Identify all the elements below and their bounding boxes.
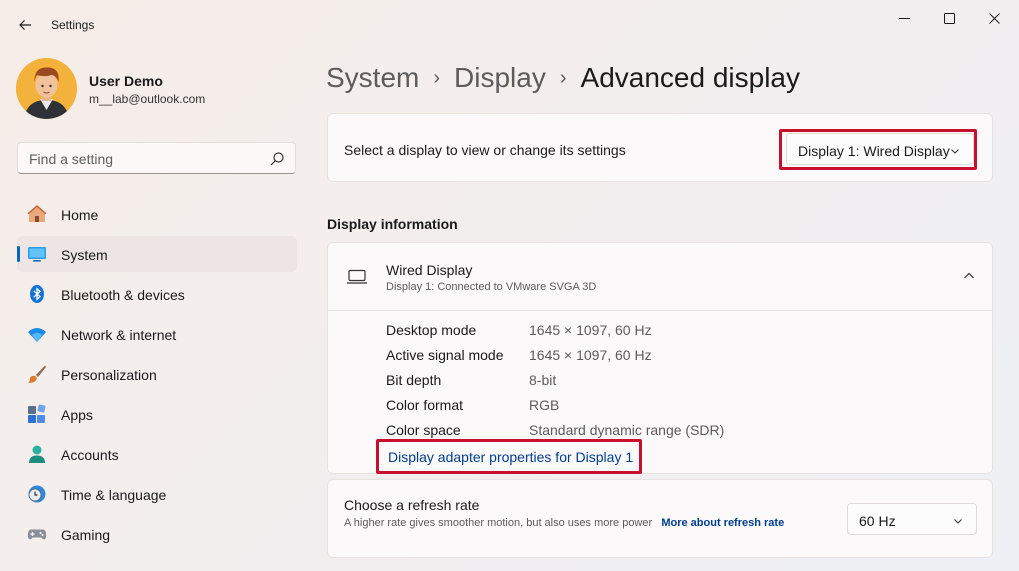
display-name: Wired Display <box>386 262 473 278</box>
refresh-rate-value: 60 Hz <box>859 513 896 529</box>
display-select-value: Display 1: Wired Display <box>798 143 950 159</box>
info-row-value: Standard dynamic range (SDR) <box>529 422 725 438</box>
sidebar-item-label: Gaming <box>61 527 111 543</box>
search-icon[interactable] <box>269 151 285 167</box>
user-email: m__lab@outlook.com <box>89 92 206 106</box>
wifi-icon <box>28 328 46 342</box>
select-display-label: Select a display to view or change its s… <box>344 142 626 158</box>
refresh-description-text: A higher rate gives smoother motion, but… <box>344 517 653 529</box>
settings-window: Settings User Demo m__lab@outlook.com Fi… <box>0 0 1019 571</box>
refresh-rate-title: Choose a refresh rate <box>344 497 480 513</box>
minimize-icon <box>898 17 910 19</box>
info-row-key: Color space <box>386 422 461 438</box>
sidebar-item-label: Accounts <box>61 447 119 463</box>
sidebar-item-network-internet[interactable]: Network & internet <box>17 316 297 352</box>
laptop-icon <box>347 269 367 284</box>
breadcrumb-system[interactable]: System <box>326 62 419 94</box>
sidebar-item-label: Home <box>61 207 99 223</box>
minimize-button[interactable] <box>881 4 927 32</box>
refresh-rate-description: A higher rate gives smoother motion, but… <box>344 515 814 531</box>
display-information-heading: Display information <box>327 216 458 232</box>
back-button[interactable] <box>12 12 38 38</box>
sidebar-item-label: Network & internet <box>61 327 177 343</box>
select-display-card: Select a display to view or change its s… <box>327 113 993 182</box>
info-row-key: Desktop mode <box>386 322 477 338</box>
info-row-value: 1645 × 1097, 60 Hz <box>529 347 652 363</box>
more-about-refresh-rate-link[interactable]: More about refresh rate <box>661 517 784 529</box>
sidebar-item-label: System <box>61 247 108 263</box>
refresh-rate-dropdown[interactable]: 60 Hz <box>847 503 977 535</box>
sidebar-item-label: Bluetooth & devices <box>61 287 185 303</box>
user-name: User Demo <box>89 73 163 89</box>
user-avatar-icon <box>16 58 77 119</box>
chevron-up-icon[interactable] <box>962 269 976 283</box>
breadcrumb: System › Display › Advanced display <box>326 58 800 98</box>
info-row-value: 1645 × 1097, 60 Hz <box>529 322 652 338</box>
search-input[interactable]: Find a setting <box>17 142 296 174</box>
avatar[interactable] <box>16 58 77 119</box>
breadcrumb-separator: › <box>559 66 567 89</box>
info-row-value: RGB <box>529 397 560 413</box>
display-adapter-properties-link[interactable]: Display adapter properties for Display 1 <box>388 449 633 465</box>
display-connection: Display 1: Connected to VMware SVGA 3D <box>386 281 597 293</box>
sidebar-item-label: Time & language <box>61 487 167 503</box>
sidebar-item-apps[interactable]: Apps <box>17 396 297 432</box>
bluetooth-icon <box>30 285 44 303</box>
accounts-icon <box>29 445 45 463</box>
sidebar-item-time-language[interactable]: Time & language <box>17 476 297 512</box>
sidebar-item-system[interactable]: System <box>17 236 297 272</box>
breadcrumb-display[interactable]: Display <box>454 62 546 94</box>
home-icon <box>27 204 47 222</box>
sidebar-item-gaming[interactable]: Gaming <box>17 516 297 552</box>
maximize-icon <box>943 12 955 24</box>
maximize-button[interactable] <box>926 4 972 32</box>
info-row-key: Color format <box>386 397 464 413</box>
app-title: Settings <box>51 18 95 32</box>
sidebar-item-home[interactable]: Home <box>17 196 297 232</box>
brush-icon <box>28 365 46 383</box>
search-placeholder: Find a setting <box>29 151 114 167</box>
display-select-dropdown[interactable]: Display 1: Wired Display <box>786 133 974 165</box>
title-bar: Settings <box>0 0 1019 48</box>
chevron-down-icon <box>951 149 959 154</box>
display-info-header[interactable]: Wired Display Display 1: Connected to VM… <box>328 243 992 311</box>
arrow-left-icon <box>19 20 31 30</box>
info-row-key: Active signal mode <box>386 347 504 363</box>
apps-icon <box>28 404 46 423</box>
clock-globe-icon <box>28 485 46 503</box>
sidebar-item-bluetooth-devices[interactable]: Bluetooth & devices <box>17 276 297 312</box>
info-row-value: 8-bit <box>529 372 557 388</box>
close-button[interactable] <box>971 4 1017 32</box>
chevron-down-icon <box>954 519 962 524</box>
sidebar-item-label: Apps <box>61 407 93 423</box>
gamepad-icon <box>27 529 47 540</box>
info-row-key: Bit depth <box>386 372 442 388</box>
sidebar-item-personalization[interactable]: Personalization <box>17 356 297 392</box>
sidebar-item-accounts[interactable]: Accounts <box>17 436 297 472</box>
sidebar-nav: Home System Bluetooth & devices Network … <box>17 196 297 556</box>
refresh-rate-card: Choose a refresh rate A higher rate give… <box>327 479 993 558</box>
system-icon <box>28 247 46 262</box>
page-title: Advanced display <box>580 62 800 93</box>
sidebar-item-label: Personalization <box>61 367 157 383</box>
breadcrumb-separator: › <box>433 66 441 89</box>
display-information-card: Wired Display Display 1: Connected to VM… <box>327 242 993 474</box>
close-icon <box>988 12 1000 24</box>
